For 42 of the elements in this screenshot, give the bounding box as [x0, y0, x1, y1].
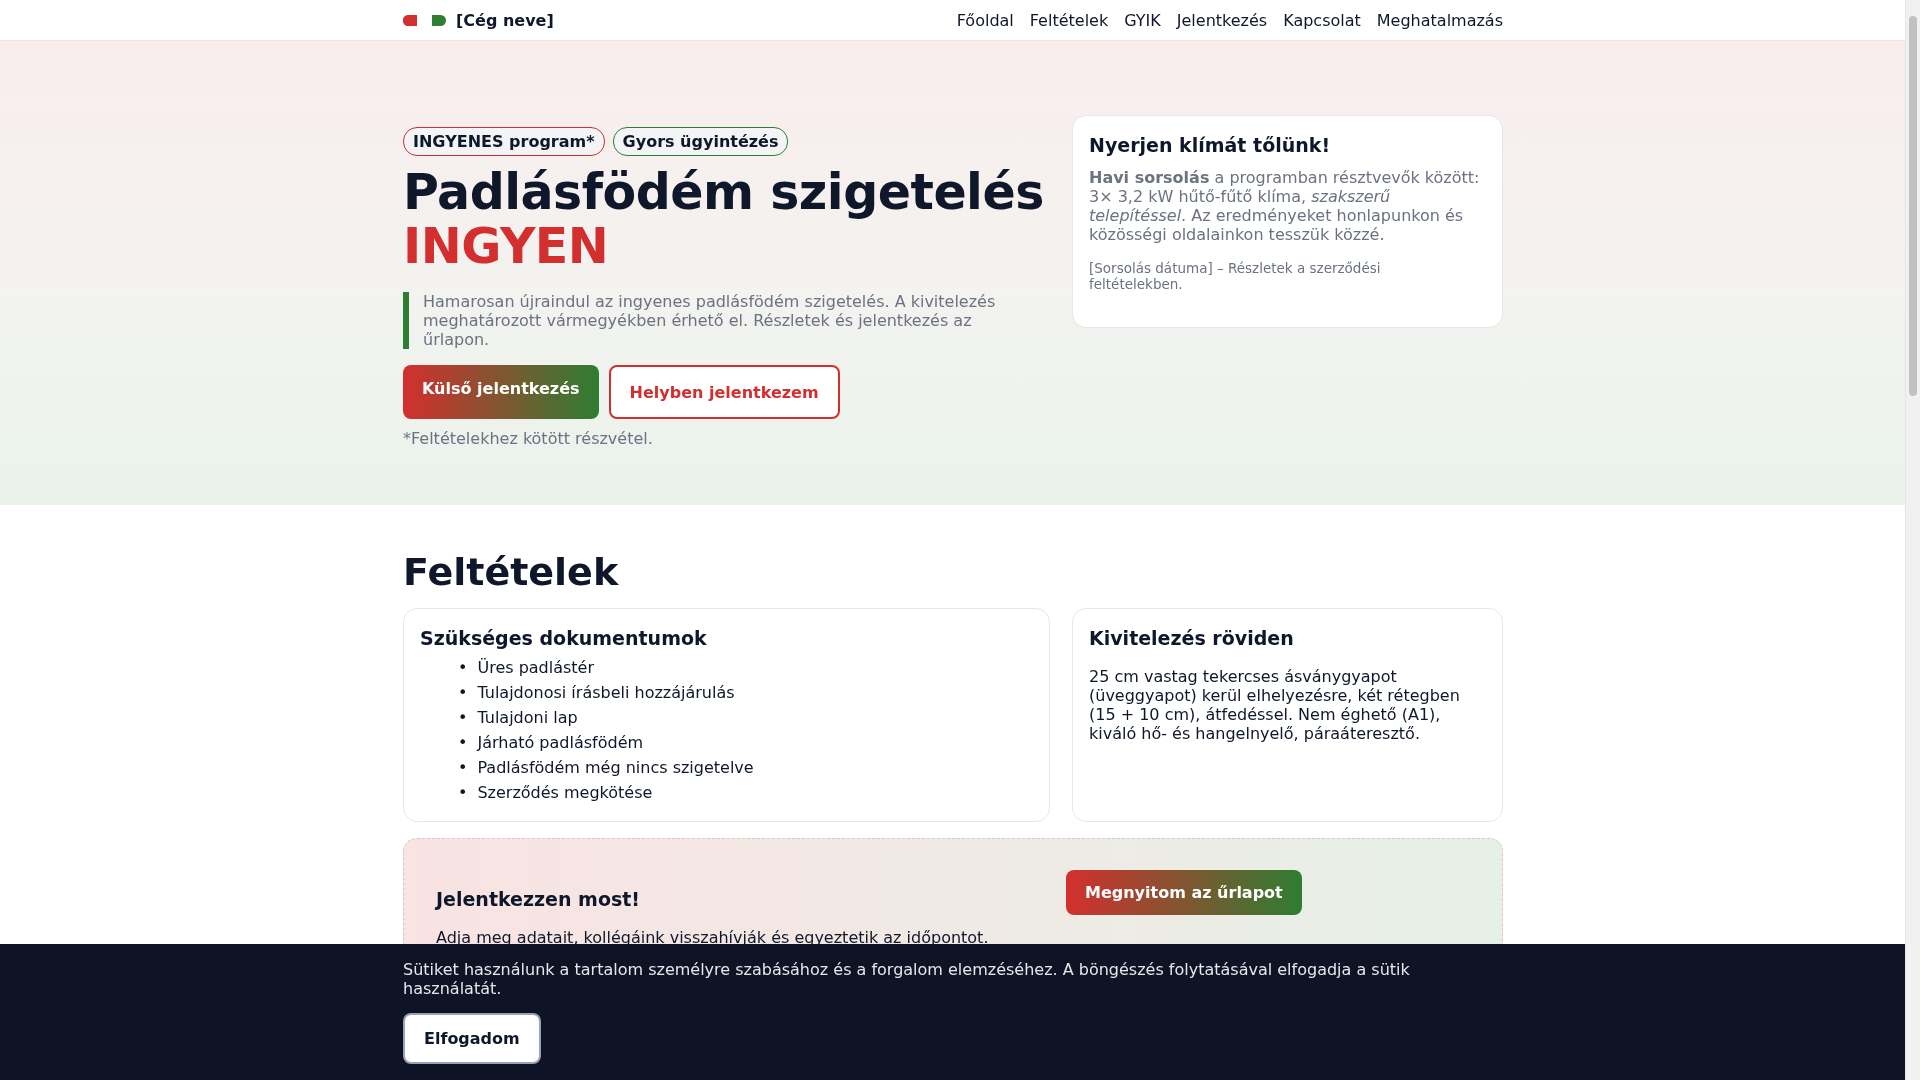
open-form-button[interactable]: Megnyitom az űrlapot	[1066, 870, 1302, 915]
scrollbar-thumb[interactable]	[1909, 16, 1917, 396]
badge: Gyors ügyintézés	[612, 127, 789, 156]
accept-button[interactable]: Elfogadom	[403, 1013, 541, 1064]
bullet-marker: •	[458, 707, 468, 729]
nav-link[interactable]: Feltételek	[1029, 10, 1109, 30]
prize-footnote: [Sorsolás dátuma] – Részletek a szerződési feltételekben.	[1089, 260, 1382, 292]
hero-lead: Hamarosan újraindul az ingyenes padlásfödém szigetelés. A kivitelezés meghatározott vármegyékben érhető el. Részletek és jelentkezés az űrlapon.	[403, 292, 1023, 349]
apply-button[interactable]: Helyben jelentkezem	[608, 365, 840, 419]
scrollbar[interactable]	[1905, 0, 1920, 1080]
list-item: Tulajdonosi írásbeli hozzájárulás	[477, 682, 735, 704]
bullet-marker: •	[458, 757, 468, 779]
footnote-text: *Feltételekhez kötött részvétel.	[403, 429, 654, 448]
bullet-marker: •	[458, 782, 468, 804]
bullet-marker: •	[458, 657, 468, 679]
card-title: Kivitelezés röviden	[1089, 627, 1295, 649]
hero-title-highlight: INGYEN	[403, 220, 610, 274]
prize-text: Havi sorsolás a programban résztvevők között: 3× 3,2 kW hűtő-fűtő klíma, szakszerű telepítéssel. Az eredményeket honlapunkon és közösségi oldalainkon tesszük közzé.	[1089, 168, 1481, 244]
nav-link[interactable]: Jelentkezés	[1176, 10, 1268, 30]
card-title: Nyerjen klímát tőlünk!	[1089, 134, 1332, 156]
brand-name[interactable]: [Cég neve]	[456, 10, 554, 30]
bullet-marker: •	[458, 682, 468, 704]
list-item: Járható padlásfödém	[477, 732, 644, 754]
cookie-text: Sütiket használunk a tartalom személyre szabásához és a forgalom elemzéséhez. A böngészés folytatásával elfogadja a sütik használatát.	[403, 960, 1411, 998]
flag-icon	[403, 14, 446, 26]
list-item: Tulajdoni lap	[477, 707, 578, 729]
card-title: Szükséges dokumentumok	[420, 627, 708, 649]
nav-link[interactable]: Főoldal	[956, 10, 1014, 30]
cta-title: Jelentkezzen most!	[436, 888, 642, 910]
nav-link[interactable]: Meghatalmazás	[1376, 10, 1503, 30]
nav-link[interactable]: Kapcsolat	[1283, 10, 1361, 30]
list-item: Padlásfödém még nincs szigetelve	[477, 757, 754, 779]
summary-text: 25 cm vastag tekercses ásványgyapot (üveggyapot) kerül elhelyezésre, két rétegben (15 + 10 cm), átfedéssel. Nem éghető (A1), kiváló hő- és hangelnyelő, páraáteresztő.	[1089, 667, 1461, 743]
list-item: Üres padlástér	[477, 657, 595, 679]
apply-button[interactable]: Külső jelentkezés	[403, 365, 599, 419]
list-item: Szerződés megkötése	[477, 782, 653, 804]
bullet-marker: •	[458, 732, 468, 754]
nav-link[interactable]: GYIK	[1124, 10, 1161, 30]
section-title: Feltételek	[403, 550, 620, 594]
cta-text: Adja meg adatait, kollégáink visszahívják és egyeztetik az időpontot.	[436, 928, 990, 947]
badge: INGYENES program*	[403, 127, 605, 156]
hero-title: Padlásfödém szigetelés	[403, 166, 1044, 220]
